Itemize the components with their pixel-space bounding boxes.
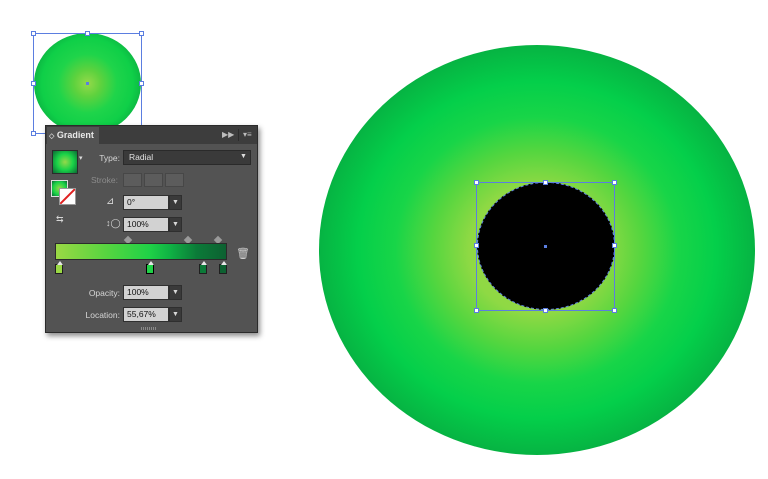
bbox-handle[interactable] xyxy=(85,31,90,36)
gradient-thumbnail[interactable] xyxy=(52,150,78,174)
panel-header: ◇ Gradient ▶▶ ▾≡ xyxy=(46,126,257,144)
panel-collapse-chevron-icon[interactable]: ◇ xyxy=(49,133,54,140)
location-label: Location: xyxy=(85,310,121,320)
angle-icon: ⊿ xyxy=(106,196,115,207)
aspect-ratio-icon: ↕◯ xyxy=(106,218,121,228)
opacity-dropdown-button[interactable]: ▼ xyxy=(169,285,182,300)
bbox-handle[interactable] xyxy=(474,308,479,313)
gradient-stop[interactable] xyxy=(219,261,227,274)
thumbnail-dropdown-arrow-icon[interactable]: ▾ xyxy=(79,154,83,162)
bbox-handle[interactable] xyxy=(31,31,36,36)
bbox-handle[interactable] xyxy=(612,180,617,185)
angle-field[interactable]: 0° xyxy=(123,195,169,210)
stroke-along-button[interactable] xyxy=(144,173,163,187)
bbox-handle[interactable] xyxy=(543,180,548,185)
stroke-across-button[interactable] xyxy=(165,173,184,187)
angle-dropdown-button[interactable]: ▼ xyxy=(169,195,182,210)
stroke-within-button[interactable] xyxy=(123,173,142,187)
panel-resize-grip[interactable] xyxy=(141,327,157,330)
type-dropdown[interactable]: Radial xyxy=(123,150,251,165)
gradient-stop[interactable] xyxy=(199,261,207,274)
location-dropdown-button[interactable]: ▼ xyxy=(169,307,182,322)
opacity-field[interactable]: 100% xyxy=(123,285,169,300)
bbox-handle[interactable] xyxy=(474,243,479,248)
center-point xyxy=(86,82,89,85)
aspect-ratio-field[interactable]: 100% xyxy=(123,217,169,232)
panel-title: Gradient xyxy=(56,130,94,140)
panel-tab-gradient[interactable]: ◇ Gradient xyxy=(47,127,99,144)
gradient-stop[interactable] xyxy=(55,261,63,274)
bbox-handle[interactable] xyxy=(139,31,144,36)
bbox-handle[interactable] xyxy=(139,81,144,86)
bbox-handle[interactable] xyxy=(474,180,479,185)
gradient-slider[interactable] xyxy=(55,243,227,260)
aspect-dropdown-button[interactable]: ▼ xyxy=(169,217,182,232)
bbox-handle[interactable] xyxy=(612,243,617,248)
type-label: Type: xyxy=(99,153,120,163)
chevron-down-icon: ▼ xyxy=(240,153,247,160)
bbox-handle[interactable] xyxy=(543,308,548,313)
delete-stop-trash-icon[interactable]: 🗑 xyxy=(236,247,250,260)
reverse-gradient-icon[interactable]: ⇆ xyxy=(56,214,64,225)
stroke-swatch-none[interactable] xyxy=(59,188,76,205)
double-arrow-icon[interactable]: ▶▶ xyxy=(222,126,234,144)
bbox-handle[interactable] xyxy=(31,81,36,86)
bbox-handle[interactable] xyxy=(31,131,36,136)
stroke-label: Stroke: xyxy=(91,175,118,185)
gradient-stops xyxy=(55,261,227,276)
location-field[interactable]: 55,67% xyxy=(123,307,169,322)
opacity-label: Opacity: xyxy=(88,288,120,298)
gradient-panel: ◇ Gradient ▶▶ ▾≡ ▾ Type: Radial ▼ Stroke… xyxy=(45,125,258,333)
type-value: Radial xyxy=(129,152,154,162)
panel-menu-icon[interactable]: ▾≡ xyxy=(243,126,252,144)
gradient-stop[interactable] xyxy=(146,261,154,274)
bbox-handle[interactable] xyxy=(612,308,617,313)
center-point xyxy=(544,245,547,248)
